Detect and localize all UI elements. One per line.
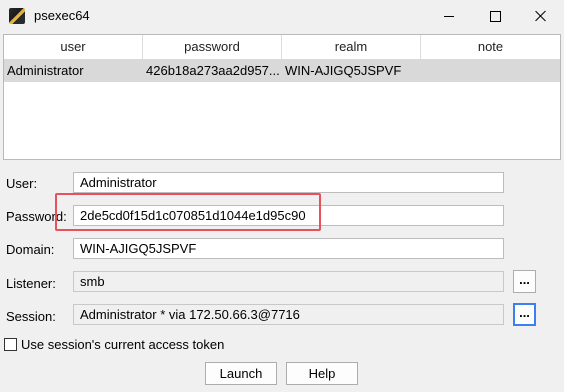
app-icon — [9, 8, 25, 24]
user-label: User: — [6, 176, 38, 191]
table-row[interactable]: Administrator 426b18a273aa2d957... WIN-A… — [4, 60, 560, 82]
close-button[interactable] — [518, 0, 564, 32]
minimize-button[interactable] — [426, 0, 472, 32]
column-header-realm[interactable]: realm — [282, 35, 421, 59]
column-header-user[interactable]: user — [4, 35, 143, 59]
window-title: psexec64 — [34, 8, 90, 23]
password-label: Password: — [6, 209, 67, 224]
session-field: Administrator * via 172.50.66.3@7716 — [73, 304, 504, 325]
launch-button[interactable]: Launch — [205, 362, 277, 385]
listener-browse-button[interactable]: ... — [513, 270, 536, 293]
table-header: user password realm note — [4, 35, 560, 60]
maximize-icon — [489, 10, 501, 22]
session-browse-button[interactable]: ... — [513, 303, 536, 326]
listener-label: Listener: — [6, 276, 56, 291]
cell-password: 426b18a273aa2d957... — [146, 63, 280, 78]
password-input[interactable]: 2de5cd0f15d1c070851d1044e1d95c90 — [73, 205, 504, 226]
cell-note — [421, 60, 560, 82]
domain-input[interactable]: WIN-AJIGQ5JSPVF — [73, 238, 504, 259]
cell-realm: WIN-AJIGQ5JSPVF — [285, 63, 402, 78]
cell-user: Administrator — [7, 63, 84, 78]
domain-label: Domain: — [6, 242, 55, 257]
user-input[interactable]: Administrator — [73, 172, 504, 193]
minimize-icon — [444, 15, 454, 17]
credentials-table[interactable]: user password realm note Administrator 4… — [3, 34, 561, 160]
maximize-button[interactable] — [472, 0, 518, 32]
close-icon — [535, 10, 547, 22]
session-label: Session: — [6, 309, 56, 324]
column-header-password[interactable]: password — [143, 35, 282, 59]
help-button[interactable]: Help — [286, 362, 358, 385]
column-header-note[interactable]: note — [421, 35, 560, 59]
use-token-checkbox[interactable] — [4, 338, 17, 351]
listener-field: smb — [73, 271, 504, 292]
title-bar: psexec64 — [0, 0, 564, 32]
use-token-label[interactable]: Use session's current access token — [21, 337, 224, 352]
